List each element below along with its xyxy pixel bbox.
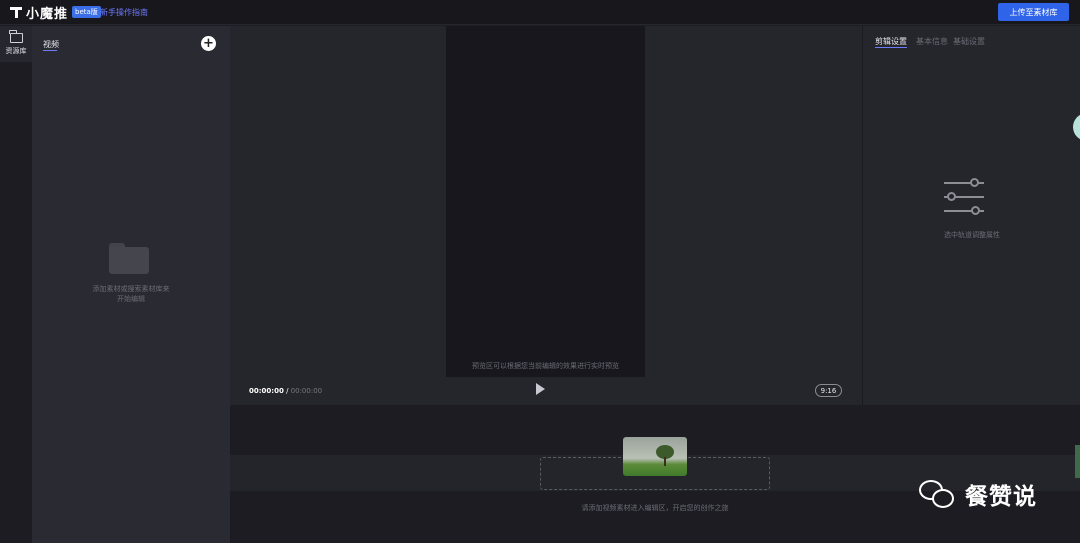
tab-underline	[43, 50, 57, 51]
timecode: 00:00:00 / 00:00:00	[249, 387, 322, 395]
empty-state-text: 添加素材或搜索素材库来 开始编辑	[32, 284, 230, 304]
empty-folder-icon	[109, 243, 149, 274]
logo-mark-icon	[10, 6, 22, 18]
tab-base-settings[interactable]: 基础设置	[953, 36, 985, 47]
beta-badge: beta版	[72, 6, 101, 18]
properties-panel: 剪辑设置 基本信息 基础设置 选中轨道调整属性	[862, 26, 1080, 405]
scroll-handle[interactable]	[1075, 445, 1080, 478]
aspect-ratio-button[interactable]: 9:16	[815, 384, 842, 397]
total-time: 00:00:00	[290, 387, 323, 395]
watermark: 餐赞说	[919, 477, 1037, 511]
folder-icon	[9, 29, 23, 43]
tab-basic-info[interactable]: 基本信息	[916, 36, 948, 47]
watermark-text: 餐赞说	[965, 484, 1037, 510]
app-logo[interactable]: 小魔推 beta版	[10, 4, 101, 22]
current-time: 00:00:00	[249, 387, 284, 395]
sliders-icon	[944, 176, 986, 216]
app-name: 小魔推	[26, 6, 69, 22]
guide-link[interactable]: 新手操作指南	[100, 7, 148, 18]
top-bar: 小魔推 beta版 新手操作指南 上传至素材库	[0, 0, 1080, 25]
tab-underline	[875, 47, 907, 48]
properties-hint: 选中轨道调整属性	[944, 231, 1000, 239]
upload-to-library-button[interactable]: 上传至素材库	[998, 3, 1069, 21]
preview-hint: 预览区可以根据您当前编辑的效果进行实时预览	[472, 362, 619, 370]
empty-state-line-2: 开始编辑	[117, 295, 145, 303]
preview-canvas	[446, 26, 645, 377]
play-icon[interactable]	[536, 383, 545, 395]
wechat-icon	[919, 478, 959, 510]
time-separator: /	[286, 387, 289, 395]
tab-edit-settings[interactable]: 剪辑设置	[875, 36, 907, 47]
left-rail: 资源库	[0, 26, 32, 543]
empty-state-line-1: 添加素材或搜索素材库来	[92, 285, 170, 293]
rail-item-resources[interactable]: 资源库	[0, 26, 32, 62]
clip-thumbnail[interactable]	[623, 437, 687, 476]
add-media-button[interactable]: +	[201, 36, 216, 51]
plus-icon: +	[203, 36, 214, 51]
preview-area: 预览区可以根据您当前编辑的效果进行实时预览 00:00:00 / 00:00:0…	[230, 26, 862, 405]
timeline-area: 请添加视频素材进入编辑区，开启您的创作之旅	[230, 405, 1080, 543]
resource-library-panel: 视频 + 添加素材或搜索素材库来 开始编辑	[32, 26, 230, 543]
tab-video[interactable]: 视频	[43, 39, 59, 50]
rail-item-label: 资源库	[5, 46, 27, 55]
